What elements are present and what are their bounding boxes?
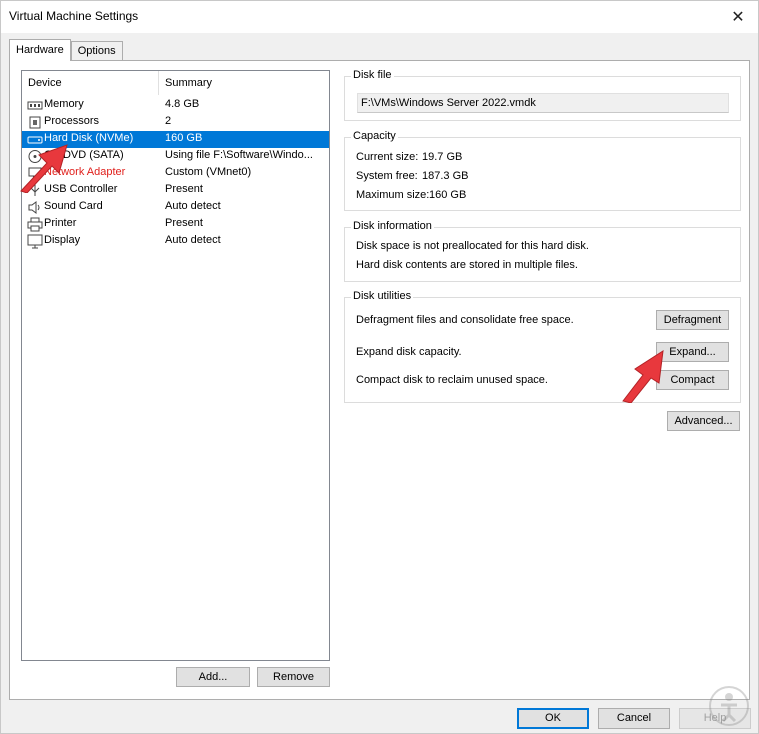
compact-button[interactable]: Compact (656, 370, 729, 390)
cd-dvd-icon (28, 150, 42, 163)
device-row-processors[interactable]: Processors 2 (22, 114, 329, 131)
device-summary: Using file F:\Software\Windo... (165, 149, 313, 161)
ok-button[interactable]: OK (517, 708, 589, 729)
column-header-summary[interactable]: Summary (159, 71, 329, 95)
disk-file-group: Disk file F:\VMs\Windows Server 2022.vmd… (344, 69, 741, 121)
printer-icon (27, 217, 43, 232)
title-bar: Virtual Machine Settings ✕ (1, 1, 758, 33)
capacity-group: Capacity Current size: 19.7 GB System fr… (344, 130, 741, 211)
expand-button[interactable]: Expand... (656, 342, 729, 362)
device-summary: Custom (VMnet0) (165, 166, 252, 178)
cancel-button[interactable]: Cancel (598, 708, 670, 729)
processor-icon (29, 116, 41, 129)
system-free-label: System free: (356, 170, 418, 182)
maximum-size-value: 160 GB (429, 189, 467, 201)
disk-utilities-group: Disk utilities Defragment files and cons… (344, 290, 741, 403)
window-title: Virtual Machine Settings (9, 9, 139, 23)
column-header-device[interactable]: Device (22, 71, 159, 95)
add-device-button[interactable]: Add... (176, 667, 250, 687)
device-summary: Auto detect (165, 234, 221, 246)
capacity-label: Capacity (351, 130, 398, 142)
memory-icon (27, 101, 43, 110)
device-summary: 160 GB (165, 132, 203, 144)
display-icon (27, 234, 43, 249)
device-row-display[interactable]: Display Auto detect (22, 233, 329, 250)
current-size-value: 19.7 GB (422, 151, 463, 163)
tab-strip: Hardware Options (9, 39, 123, 61)
device-row-cd-dvd[interactable]: CD/DVD (SATA) Using file F:\Software\Win… (22, 148, 329, 165)
device-row-memory[interactable]: Memory 4.8 GB (22, 97, 329, 114)
disk-file-label: Disk file (351, 69, 394, 81)
hardware-panel: Device Summary Memory 4.8 GB Processors … (9, 60, 750, 700)
close-icon: ✕ (731, 9, 745, 26)
device-summary: Present (165, 217, 203, 229)
compact-description: Compact disk to reclaim unused space. (356, 374, 548, 386)
defragment-button[interactable]: Defragment (656, 310, 729, 330)
advanced-button[interactable]: Advanced... (667, 411, 740, 431)
device-name: Hard Disk (NVMe) (44, 132, 134, 144)
device-row-sound-card[interactable]: Sound Card Auto detect (22, 199, 329, 216)
device-row-printer[interactable]: Printer Present (22, 216, 329, 233)
device-rows: Memory 4.8 GB Processors 2 Hard Disk (NV… (22, 97, 329, 250)
device-summary: Present (165, 183, 203, 195)
speaker-icon (28, 201, 40, 214)
disk-information-label: Disk information (351, 220, 434, 232)
device-row-network-adapter[interactable]: Network Adapter Custom (VMnet0) (22, 165, 329, 182)
disk-info-line-1: Disk space is not preallocated for this … (356, 240, 589, 252)
expand-description: Expand disk capacity. (356, 346, 462, 358)
close-button[interactable]: ✕ (718, 1, 758, 33)
device-summary: 4.8 GB (165, 98, 200, 110)
vm-settings-window: Virtual Machine Settings ✕ Hardware Opti… (0, 0, 759, 734)
watermark-logo-icon (709, 686, 749, 726)
disk-info-line-2: Hard disk contents are stored in multipl… (356, 259, 578, 271)
device-name: Network Adapter (44, 166, 126, 178)
maximum-size-label: Maximum size: (356, 189, 430, 201)
disk-utilities-label: Disk utilities (351, 290, 414, 302)
disk-file-path[interactable]: F:\VMs\Windows Server 2022.vmdk (357, 93, 729, 113)
device-row-hard-disk[interactable]: Hard Disk (NVMe) 160 GB (22, 131, 329, 148)
tab-options[interactable]: Options (70, 41, 123, 61)
disk-information-group: Disk information Disk space is not preal… (344, 220, 741, 282)
remove-device-button[interactable]: Remove (257, 667, 330, 687)
device-summary: Auto detect (165, 200, 221, 212)
device-name: CD/DVD (SATA) (44, 149, 124, 161)
device-name: Printer (44, 217, 77, 229)
device-list[interactable]: Device Summary Memory 4.8 GB Processors … (21, 70, 330, 661)
device-name: Sound Card (44, 200, 103, 212)
network-adapter-icon (28, 167, 42, 179)
device-name: USB Controller (44, 183, 118, 195)
hard-disk-icon (27, 136, 43, 144)
device-summary: 2 (165, 115, 172, 127)
tab-hardware[interactable]: Hardware (9, 39, 71, 61)
device-list-header: Device Summary (22, 71, 329, 95)
device-name: Processors (44, 115, 100, 127)
current-size-label: Current size: (356, 151, 419, 163)
system-free-value: 187.3 GB (422, 170, 469, 182)
device-row-usb-controller[interactable]: USB Controller Present (22, 182, 329, 199)
usb-icon (30, 184, 40, 196)
device-name: Display (44, 234, 81, 246)
defragment-description: Defragment files and consolidate free sp… (356, 314, 574, 326)
device-name: Memory (44, 98, 84, 110)
